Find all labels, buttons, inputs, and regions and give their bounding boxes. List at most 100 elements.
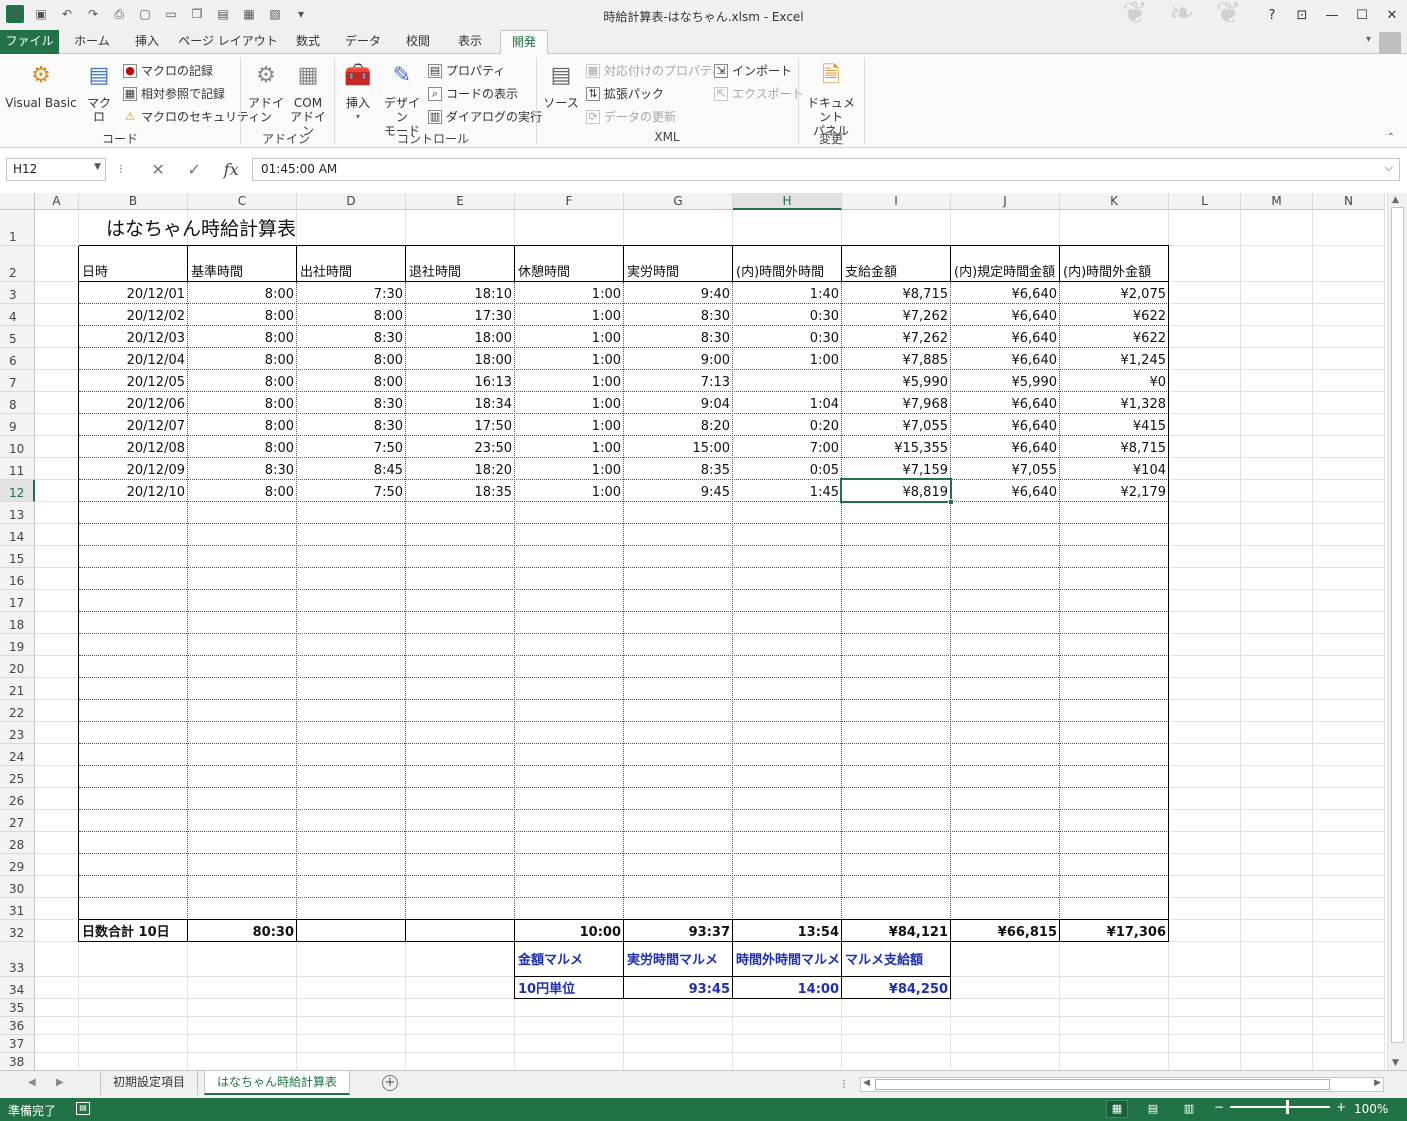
scroll-right-icon[interactable]: ▶ bbox=[1374, 1078, 1381, 1088]
vertical-scrollbar[interactable]: ▲ ▼ bbox=[1387, 193, 1407, 1070]
data-cell[interactable]: 20/12/06 bbox=[79, 392, 188, 414]
row-header-5[interactable]: 5 bbox=[0, 326, 35, 348]
data-cell[interactable]: 23:50 bbox=[406, 436, 515, 458]
data-cell[interactable]: 0:05 bbox=[733, 458, 842, 480]
tab-review[interactable]: 校閲 bbox=[396, 30, 440, 54]
sheet-tab-initial-settings[interactable]: 初期設定項目 bbox=[100, 1071, 199, 1095]
sheet-tab-timesheet[interactable]: はなちゃん時給計算表 bbox=[204, 1071, 351, 1095]
macro-button[interactable]: ▤ マクロ bbox=[82, 60, 116, 125]
scroll-down-icon[interactable]: ▼ bbox=[1392, 1058, 1399, 1068]
data-cell[interactable]: 7:50 bbox=[297, 436, 406, 458]
column-header-j[interactable]: J bbox=[951, 193, 1060, 210]
zoom-in-icon[interactable]: + bbox=[1336, 1100, 1346, 1114]
tab-file[interactable]: ファイル bbox=[0, 30, 59, 54]
row-header-27[interactable]: 27 bbox=[0, 810, 35, 832]
insert-control-button[interactable]: 🧰 挿入 ▾ bbox=[340, 60, 376, 124]
data-cell[interactable]: 18:20 bbox=[406, 458, 515, 480]
select-all-corner[interactable] bbox=[0, 193, 35, 210]
data-cell[interactable]: 9:00 bbox=[624, 348, 733, 370]
column-header-f[interactable]: F bbox=[515, 193, 624, 210]
column-heading-cell[interactable]: (内)時間外時間 bbox=[733, 246, 842, 282]
data-cell[interactable]: ¥8,715 bbox=[842, 282, 951, 304]
data-cell[interactable]: 8:00 bbox=[188, 414, 297, 436]
horizontal-scroll-thumb[interactable] bbox=[875, 1079, 1330, 1090]
data-cell[interactable]: 1:00 bbox=[515, 414, 624, 436]
formula-bar-grip[interactable]: ⁝ bbox=[119, 162, 123, 176]
column-heading-cell[interactable]: 日時 bbox=[79, 246, 188, 282]
data-cell[interactable]: 8:45 bbox=[297, 458, 406, 480]
data-cell[interactable]: ¥415 bbox=[1060, 414, 1169, 436]
chevron-down-icon[interactable]: ▼ bbox=[94, 162, 101, 172]
row-header-23[interactable]: 23 bbox=[0, 722, 35, 744]
sheet-title[interactable]: はなちゃん時給計算表 bbox=[79, 210, 406, 246]
row-header-6[interactable]: 6 bbox=[0, 348, 35, 370]
total-cell[interactable]: 93:37 bbox=[624, 920, 733, 942]
data-cell[interactable]: 15:00 bbox=[624, 436, 733, 458]
data-cell[interactable]: 17:50 bbox=[406, 414, 515, 436]
data-cell[interactable]: 8:30 bbox=[297, 414, 406, 436]
row-header-13[interactable]: 13 bbox=[0, 502, 35, 524]
page-layout-view-icon[interactable]: ▤ bbox=[1142, 1100, 1164, 1118]
insert-function-icon[interactable]: fx bbox=[224, 160, 239, 179]
row-header-1[interactable]: 1 bbox=[0, 210, 35, 246]
row-header-38[interactable]: 38 bbox=[0, 1053, 35, 1070]
column-heading-cell[interactable]: 退社時間 bbox=[406, 246, 515, 282]
row-header-20[interactable]: 20 bbox=[0, 656, 35, 678]
column-heading-cell[interactable]: (内)規定時間金額 bbox=[951, 246, 1060, 282]
row-header-19[interactable]: 19 bbox=[0, 634, 35, 656]
column-header-d[interactable]: D bbox=[297, 193, 406, 210]
data-cell[interactable]: 20/12/03 bbox=[79, 326, 188, 348]
total-cell[interactable] bbox=[406, 920, 515, 942]
data-cell[interactable]: 8:30 bbox=[624, 304, 733, 326]
total-cell[interactable]: 10:00 bbox=[515, 920, 624, 942]
cancel-icon[interactable]: ✕ bbox=[151, 160, 164, 179]
data-cell[interactable]: 9:04 bbox=[624, 392, 733, 414]
data-cell[interactable]: 8:35 bbox=[624, 458, 733, 480]
row-header-10[interactable]: 10 bbox=[0, 436, 35, 458]
data-cell[interactable]: 18:00 bbox=[406, 348, 515, 370]
column-header-i[interactable]: I bbox=[842, 193, 951, 210]
data-cell[interactable]: 1:00 bbox=[515, 370, 624, 392]
tab-formulas[interactable]: 数式 bbox=[286, 30, 330, 54]
row-header-35[interactable]: 35 bbox=[0, 999, 35, 1017]
total-cell[interactable]: ¥66,815 bbox=[951, 920, 1060, 942]
data-cell[interactable]: 8:20 bbox=[624, 414, 733, 436]
data-cell[interactable]: ¥622 bbox=[1060, 326, 1169, 348]
help-icon[interactable]: ? bbox=[1257, 0, 1287, 30]
row-header-17[interactable]: 17 bbox=[0, 590, 35, 612]
data-cell[interactable]: 8:30 bbox=[297, 326, 406, 348]
data-cell[interactable]: 8:00 bbox=[297, 370, 406, 392]
enter-icon[interactable]: ✓ bbox=[188, 160, 201, 179]
data-cell[interactable]: ¥6,640 bbox=[951, 392, 1060, 414]
avatar[interactable] bbox=[1379, 32, 1401, 54]
column-header-b[interactable]: B bbox=[79, 193, 188, 210]
data-cell[interactable]: 0:30 bbox=[733, 326, 842, 348]
row-header-15[interactable]: 15 bbox=[0, 546, 35, 568]
tab-page-layout[interactable]: ページ レイアウト bbox=[176, 30, 280, 54]
data-cell[interactable]: ¥5,990 bbox=[842, 370, 951, 392]
row-header-36[interactable]: 36 bbox=[0, 1017, 35, 1035]
data-cell[interactable]: ¥1,328 bbox=[1060, 392, 1169, 414]
data-cell[interactable]: ¥7,055 bbox=[842, 414, 951, 436]
data-cell[interactable]: ¥2,075 bbox=[1060, 282, 1169, 304]
data-cell[interactable]: 0:30 bbox=[733, 304, 842, 326]
horizontal-scrollbar[interactable]: ◀ ▶ bbox=[860, 1077, 1384, 1092]
round-heading-cell[interactable]: マルメ支給額 bbox=[842, 942, 951, 977]
round-value-cell[interactable]: ¥84,250 bbox=[842, 977, 951, 999]
data-cell[interactable]: ¥8,715 bbox=[1060, 436, 1169, 458]
minimize-icon[interactable]: — bbox=[1317, 0, 1347, 30]
row-header-31[interactable]: 31 bbox=[0, 898, 35, 920]
data-cell[interactable]: ¥15,355 bbox=[842, 436, 951, 458]
column-heading-cell[interactable]: 基準時間 bbox=[188, 246, 297, 282]
column-header-k[interactable]: K bbox=[1060, 193, 1169, 210]
column-header-n[interactable]: N bbox=[1313, 193, 1385, 210]
row-header-11[interactable]: 11 bbox=[0, 458, 35, 480]
column-header-e[interactable]: E bbox=[406, 193, 515, 210]
row-header-29[interactable]: 29 bbox=[0, 854, 35, 876]
data-cell[interactable]: 16:13 bbox=[406, 370, 515, 392]
row-header-3[interactable]: 3 bbox=[0, 282, 35, 304]
design-mode-button[interactable]: ✎ デザイン モード bbox=[380, 60, 424, 139]
add-sheet-icon[interactable]: + bbox=[382, 1075, 398, 1091]
column-header-c[interactable]: C bbox=[188, 193, 297, 210]
fill-handle[interactable] bbox=[948, 499, 954, 505]
